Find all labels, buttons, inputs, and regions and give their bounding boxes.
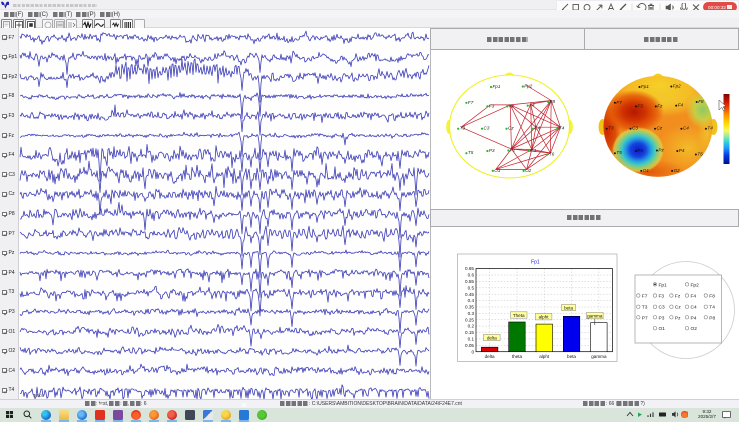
svg-text:alpht: alpht [539,315,550,320]
svg-text:T4: T4 [709,305,715,311]
svg-text:T3: T3 [608,126,614,131]
svg-text:0.1: 0.1 [468,337,475,342]
svg-text:Fp1: Fp1 [531,259,540,265]
svg-text:0.15: 0.15 [465,330,474,335]
svg-text:0.4: 0.4 [468,298,475,303]
svg-text:O2: O2 [674,168,681,173]
svg-text:0.6: 0.6 [468,273,475,278]
svg-text:C4: C4 [683,126,689,131]
svg-text:Fz: Fz [675,294,681,300]
svg-text:Fz: Fz [657,103,663,108]
svg-text:C3: C3 [659,305,665,311]
svg-text:0.45: 0.45 [465,292,474,297]
svg-text:theta: theta [512,354,523,359]
svg-text:P4: P4 [679,148,685,153]
svg-text:O1: O1 [643,168,650,173]
svg-text:T6: T6 [697,152,703,157]
svg-text:T4: T4 [559,126,565,131]
svg-text:Cz: Cz [675,305,681,311]
svg-text:delta: delta [487,335,497,340]
svg-text:T4: T4 [707,126,713,131]
svg-text:C3: C3 [484,126,490,131]
svg-text:0.65: 0.65 [465,266,474,271]
svg-text:F4: F4 [678,103,684,108]
svg-text:0.25: 0.25 [465,317,474,322]
svg-text:F3: F3 [637,103,643,108]
svg-text:0.2: 0.2 [468,324,475,329]
svg-text:F4: F4 [529,103,535,108]
svg-text:P3: P3 [659,315,665,321]
svg-text:F7: F7 [642,294,648,300]
svg-text:T5: T5 [468,150,474,155]
svg-text:T3: T3 [460,126,466,131]
svg-text:F8: F8 [709,294,715,300]
svg-text:F4: F4 [691,294,697,300]
svg-text:gamma: gamma [587,314,603,319]
svg-text:T5: T5 [616,150,622,155]
svg-text:C4: C4 [691,305,697,311]
svg-text:0.5: 0.5 [468,285,475,290]
svg-text:F8: F8 [698,99,704,104]
svg-text:Fp2: Fp2 [524,84,532,89]
svg-text:gamma: gamma [591,354,607,359]
svg-text:beta: beta [567,354,576,359]
svg-text:0.3: 0.3 [468,311,475,316]
svg-text:O2: O2 [525,168,532,173]
svg-text:Pz: Pz [658,148,664,153]
svg-text:P3: P3 [637,148,643,153]
svg-text:Fp1: Fp1 [641,84,649,89]
svg-text:F3: F3 [659,294,665,300]
svg-text:0.55: 0.55 [465,279,474,284]
svg-text:P4: P4 [530,148,536,153]
svg-text:Theta: Theta [513,313,525,318]
svg-text:Fz: Fz [509,103,515,108]
svg-text:O2: O2 [691,326,698,332]
svg-text:C3: C3 [632,126,638,131]
svg-text:alpht: alpht [539,354,550,359]
svg-text:Fp2: Fp2 [673,84,681,89]
svg-text:F3: F3 [489,103,495,108]
svg-text:C4: C4 [534,126,540,131]
svg-text:F7: F7 [468,100,474,105]
svg-text:0: 0 [471,349,474,354]
svg-text:beta: beta [564,305,573,310]
svg-text:delta: delta [485,354,495,359]
svg-text:Pz: Pz [675,315,681,321]
svg-text:Pz: Pz [510,148,516,153]
svg-text:O1: O1 [659,326,666,332]
svg-text:O1: O1 [494,168,501,173]
svg-text:Fp1: Fp1 [493,84,501,89]
svg-text:Cz: Cz [657,126,663,131]
svg-text:Fp1: Fp1 [659,282,668,288]
svg-text:0.35: 0.35 [465,305,474,310]
svg-text:F8: F8 [550,99,556,104]
svg-text:F7: F7 [616,100,622,105]
svg-text:Fp2: Fp2 [691,282,700,288]
svg-text:T6: T6 [549,152,555,157]
svg-text:P4: P4 [691,315,697,321]
svg-text:0.05: 0.05 [465,343,474,348]
svg-text:P7: P7 [642,315,648,321]
svg-text:P3: P3 [489,148,495,153]
svg-text:T3: T3 [642,305,648,311]
svg-text:Cz: Cz [508,126,514,131]
svg-text:P8: P8 [709,315,715,321]
